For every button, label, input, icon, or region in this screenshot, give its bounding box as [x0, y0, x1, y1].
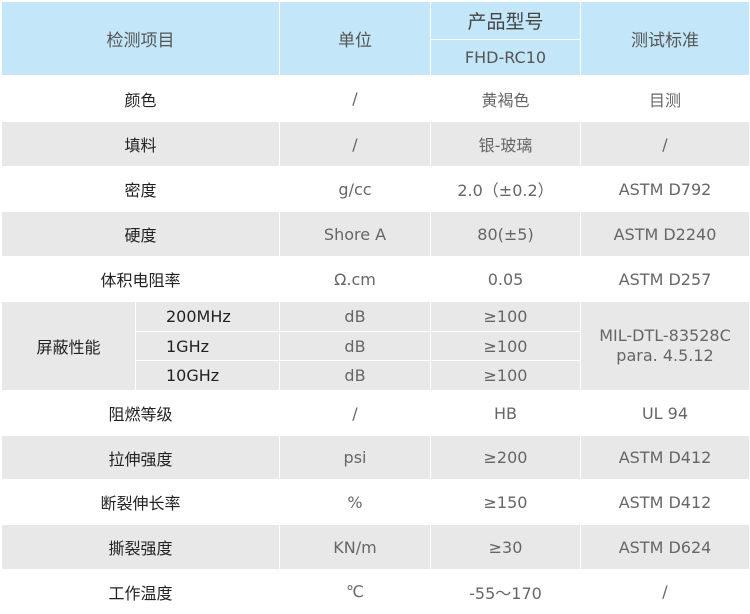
- shielding-unit: dB: [279, 360, 431, 391]
- header-model-title: 产品型号: [430, 1, 581, 40]
- table-row: 断裂伸长率 % ≥150 ASTM D412: [1, 479, 750, 525]
- shielding-item: 屏蔽性能: [1, 301, 136, 391]
- row-unit: ℃: [279, 569, 431, 614]
- shielding-freq: 1GHz: [135, 331, 280, 361]
- table-row: 体积电阻率 Ω.cm 0.05 ASTM D257: [1, 256, 750, 302]
- row-value: 黄褐色: [430, 75, 581, 122]
- row-unit: psi: [279, 435, 431, 480]
- shielding-standard: MIL-DTL-83528C para. 4.5.12: [580, 301, 750, 391]
- row-value: 0.05: [430, 256, 581, 302]
- row-standard: ASTM D257: [580, 256, 750, 302]
- row-standard: /: [580, 121, 750, 167]
- shielding-freq: 10GHz: [135, 360, 280, 391]
- row-item: 体积电阻率: [1, 256, 280, 302]
- row-value: ≥150: [430, 479, 581, 525]
- row-standard: ASTM D412: [580, 435, 750, 480]
- table-row: 颜色 / 黄褐色 目测: [1, 75, 750, 122]
- shielding-freq: 200MHz: [135, 301, 280, 332]
- row-value: -55～170: [430, 569, 581, 614]
- row-unit: Ω.cm: [279, 256, 431, 302]
- row-item: 阻燃等级: [1, 390, 280, 436]
- row-value: 银-玻璃: [430, 121, 581, 167]
- row-item: 硬度: [1, 211, 280, 257]
- row-value: ≥200: [430, 435, 581, 480]
- shielding-value: ≥100: [430, 360, 581, 391]
- header-standard: 测试标准: [580, 1, 750, 76]
- row-item: 拉伸强度: [1, 435, 280, 480]
- table-row: 屏蔽性能 200MHz dB ≥100 MIL-DTL-83528C para.…: [1, 301, 750, 391]
- row-standard: ASTM D412: [580, 479, 750, 525]
- row-unit: g/cc: [279, 166, 431, 212]
- shielding-unit: dB: [279, 301, 431, 332]
- row-value: ≥30: [430, 524, 581, 570]
- row-unit: KN/m: [279, 524, 431, 570]
- row-item: 工作温度: [1, 569, 280, 614]
- row-value: HB: [430, 390, 581, 436]
- row-item: 填料: [1, 121, 280, 167]
- header-model: FHD-RC10: [430, 39, 581, 76]
- shielding-unit: dB: [279, 331, 431, 361]
- row-standard: ASTM D792: [580, 166, 750, 212]
- shielding-value: ≥100: [430, 331, 581, 361]
- spec-table: 检测项目 单位 产品型号 测试标准 FHD-RC10 颜色 / 黄褐色 目测 填…: [1, 1, 750, 614]
- header-unit: 单位: [279, 1, 431, 76]
- row-standard: UL 94: [580, 390, 750, 436]
- row-unit: %: [279, 479, 431, 525]
- row-item: 断裂伸长率: [1, 479, 280, 525]
- table-row: 填料 / 银-玻璃 /: [1, 121, 750, 167]
- row-standard: /: [580, 569, 750, 614]
- row-item: 撕裂强度: [1, 524, 280, 570]
- table-row: 工作温度 ℃ -55～170 /: [1, 569, 750, 614]
- table-row: 硬度 Shore A 80(±5) ASTM D2240: [1, 211, 750, 257]
- row-unit: /: [279, 121, 431, 167]
- row-standard: ASTM D624: [580, 524, 750, 570]
- row-standard: ASTM D2240: [580, 211, 750, 257]
- row-unit: /: [279, 390, 431, 436]
- row-standard: 目测: [580, 75, 750, 122]
- table-row: 撕裂强度 KN/m ≥30 ASTM D624: [1, 524, 750, 570]
- table-row: 密度 g/cc 2.0（±0.2） ASTM D792: [1, 166, 750, 212]
- table-row: 拉伸强度 psi ≥200 ASTM D412: [1, 435, 750, 480]
- row-item: 密度: [1, 166, 280, 212]
- header-item: 检测项目: [1, 1, 280, 76]
- row-value: 80(±5): [430, 211, 581, 257]
- row-value: 2.0（±0.2）: [430, 166, 581, 212]
- row-unit: /: [279, 75, 431, 122]
- row-item: 颜色: [1, 75, 280, 122]
- shielding-value: ≥100: [430, 301, 581, 332]
- row-unit: Shore A: [279, 211, 431, 257]
- table-row: 阻燃等级 / HB UL 94: [1, 390, 750, 436]
